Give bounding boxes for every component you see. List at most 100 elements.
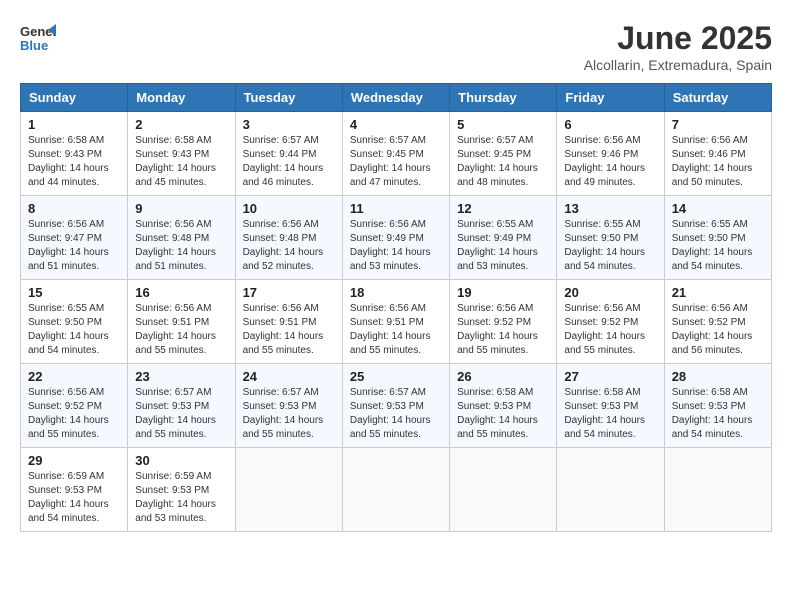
day-cell: 29 Sunrise: 6:59 AM Sunset: 9:53 PM Dayl… [21,448,128,532]
day-cell [664,448,771,532]
day-number: 24 [243,369,335,384]
header-row: SundayMondayTuesdayWednesdayThursdayFrid… [21,84,772,112]
day-number: 15 [28,285,120,300]
day-number: 9 [135,201,227,216]
day-cell [450,448,557,532]
day-cell: 9 Sunrise: 6:56 AM Sunset: 9:48 PM Dayli… [128,196,235,280]
day-cell: 11 Sunrise: 6:56 AM Sunset: 9:49 PM Dayl… [342,196,449,280]
day-info: Sunrise: 6:57 AM Sunset: 9:53 PM Dayligh… [243,386,335,442]
day-cell: 12 Sunrise: 6:55 AM Sunset: 9:49 PM Dayl… [450,196,557,280]
day-number: 6 [564,117,656,132]
day-number: 30 [135,453,227,468]
day-cell: 21 Sunrise: 6:56 AM Sunset: 9:52 PM Dayl… [664,280,771,364]
day-info: Sunrise: 6:56 AM Sunset: 9:47 PM Dayligh… [28,218,120,274]
day-number: 12 [457,201,549,216]
day-number: 26 [457,369,549,384]
day-cell: 19 Sunrise: 6:56 AM Sunset: 9:52 PM Dayl… [450,280,557,364]
calendar-table: SundayMondayTuesdayWednesdayThursdayFrid… [20,83,772,532]
day-cell: 5 Sunrise: 6:57 AM Sunset: 9:45 PM Dayli… [450,112,557,196]
day-info: Sunrise: 6:56 AM Sunset: 9:51 PM Dayligh… [243,302,335,358]
day-number: 25 [350,369,442,384]
day-cell: 3 Sunrise: 6:57 AM Sunset: 9:44 PM Dayli… [235,112,342,196]
day-cell: 16 Sunrise: 6:56 AM Sunset: 9:51 PM Dayl… [128,280,235,364]
svg-text:Blue: Blue [20,38,48,53]
day-info: Sunrise: 6:56 AM Sunset: 9:52 PM Dayligh… [564,302,656,358]
day-info: Sunrise: 6:56 AM Sunset: 9:52 PM Dayligh… [672,302,764,358]
day-cell [235,448,342,532]
day-info: Sunrise: 6:57 AM Sunset: 9:53 PM Dayligh… [350,386,442,442]
day-number: 4 [350,117,442,132]
day-info: Sunrise: 6:58 AM Sunset: 9:53 PM Dayligh… [457,386,549,442]
day-cell: 8 Sunrise: 6:56 AM Sunset: 9:47 PM Dayli… [21,196,128,280]
day-number: 17 [243,285,335,300]
day-number: 27 [564,369,656,384]
day-cell: 23 Sunrise: 6:57 AM Sunset: 9:53 PM Dayl… [128,364,235,448]
day-cell: 6 Sunrise: 6:56 AM Sunset: 9:46 PM Dayli… [557,112,664,196]
header-cell-monday: Monday [128,84,235,112]
day-number: 11 [350,201,442,216]
day-number: 22 [28,369,120,384]
day-cell: 1 Sunrise: 6:58 AM Sunset: 9:43 PM Dayli… [21,112,128,196]
header-cell-thursday: Thursday [450,84,557,112]
day-cell [342,448,449,532]
title-area: June 2025 Alcollarin, Extremadura, Spain [584,20,772,73]
day-number: 1 [28,117,120,132]
day-number: 8 [28,201,120,216]
day-cell: 27 Sunrise: 6:58 AM Sunset: 9:53 PM Dayl… [557,364,664,448]
day-cell: 26 Sunrise: 6:58 AM Sunset: 9:53 PM Dayl… [450,364,557,448]
day-cell: 7 Sunrise: 6:56 AM Sunset: 9:46 PM Dayli… [664,112,771,196]
day-number: 19 [457,285,549,300]
day-number: 7 [672,117,764,132]
day-cell: 17 Sunrise: 6:56 AM Sunset: 9:51 PM Dayl… [235,280,342,364]
day-cell: 18 Sunrise: 6:56 AM Sunset: 9:51 PM Dayl… [342,280,449,364]
day-cell: 28 Sunrise: 6:58 AM Sunset: 9:53 PM Dayl… [664,364,771,448]
day-info: Sunrise: 6:56 AM Sunset: 9:48 PM Dayligh… [243,218,335,274]
header-cell-friday: Friday [557,84,664,112]
day-info: Sunrise: 6:56 AM Sunset: 9:46 PM Dayligh… [672,134,764,190]
day-number: 2 [135,117,227,132]
day-cell [557,448,664,532]
header-cell-wednesday: Wednesday [342,84,449,112]
month-title: June 2025 [584,20,772,57]
week-row-2: 8 Sunrise: 6:56 AM Sunset: 9:47 PM Dayli… [21,196,772,280]
day-info: Sunrise: 6:59 AM Sunset: 9:53 PM Dayligh… [135,470,227,526]
day-info: Sunrise: 6:56 AM Sunset: 9:51 PM Dayligh… [135,302,227,358]
day-info: Sunrise: 6:59 AM Sunset: 9:53 PM Dayligh… [28,470,120,526]
day-info: Sunrise: 6:55 AM Sunset: 9:50 PM Dayligh… [28,302,120,358]
subtitle: Alcollarin, Extremadura, Spain [584,57,772,73]
day-cell: 20 Sunrise: 6:56 AM Sunset: 9:52 PM Dayl… [557,280,664,364]
day-cell: 25 Sunrise: 6:57 AM Sunset: 9:53 PM Dayl… [342,364,449,448]
day-info: Sunrise: 6:57 AM Sunset: 9:53 PM Dayligh… [135,386,227,442]
day-cell: 22 Sunrise: 6:56 AM Sunset: 9:52 PM Dayl… [21,364,128,448]
day-info: Sunrise: 6:56 AM Sunset: 9:48 PM Dayligh… [135,218,227,274]
logo-svg: General Blue [20,20,56,56]
day-number: 18 [350,285,442,300]
header-cell-sunday: Sunday [21,84,128,112]
day-info: Sunrise: 6:56 AM Sunset: 9:51 PM Dayligh… [350,302,442,358]
day-number: 28 [672,369,764,384]
day-info: Sunrise: 6:57 AM Sunset: 9:45 PM Dayligh… [350,134,442,190]
day-info: Sunrise: 6:58 AM Sunset: 9:53 PM Dayligh… [672,386,764,442]
day-cell: 15 Sunrise: 6:55 AM Sunset: 9:50 PM Dayl… [21,280,128,364]
header-cell-tuesday: Tuesday [235,84,342,112]
day-cell: 13 Sunrise: 6:55 AM Sunset: 9:50 PM Dayl… [557,196,664,280]
day-info: Sunrise: 6:56 AM Sunset: 9:49 PM Dayligh… [350,218,442,274]
week-row-5: 29 Sunrise: 6:59 AM Sunset: 9:53 PM Dayl… [21,448,772,532]
week-row-4: 22 Sunrise: 6:56 AM Sunset: 9:52 PM Dayl… [21,364,772,448]
day-info: Sunrise: 6:56 AM Sunset: 9:46 PM Dayligh… [564,134,656,190]
day-info: Sunrise: 6:58 AM Sunset: 9:43 PM Dayligh… [135,134,227,190]
day-info: Sunrise: 6:56 AM Sunset: 9:52 PM Dayligh… [28,386,120,442]
day-number: 13 [564,201,656,216]
week-row-1: 1 Sunrise: 6:58 AM Sunset: 9:43 PM Dayli… [21,112,772,196]
day-info: Sunrise: 6:57 AM Sunset: 9:45 PM Dayligh… [457,134,549,190]
day-number: 29 [28,453,120,468]
header: General Blue June 2025 Alcollarin, Extre… [20,20,772,73]
day-info: Sunrise: 6:55 AM Sunset: 9:50 PM Dayligh… [564,218,656,274]
logo: General Blue [20,20,56,56]
day-number: 21 [672,285,764,300]
day-number: 14 [672,201,764,216]
day-number: 23 [135,369,227,384]
week-row-3: 15 Sunrise: 6:55 AM Sunset: 9:50 PM Dayl… [21,280,772,364]
day-number: 3 [243,117,335,132]
day-cell: 14 Sunrise: 6:55 AM Sunset: 9:50 PM Dayl… [664,196,771,280]
